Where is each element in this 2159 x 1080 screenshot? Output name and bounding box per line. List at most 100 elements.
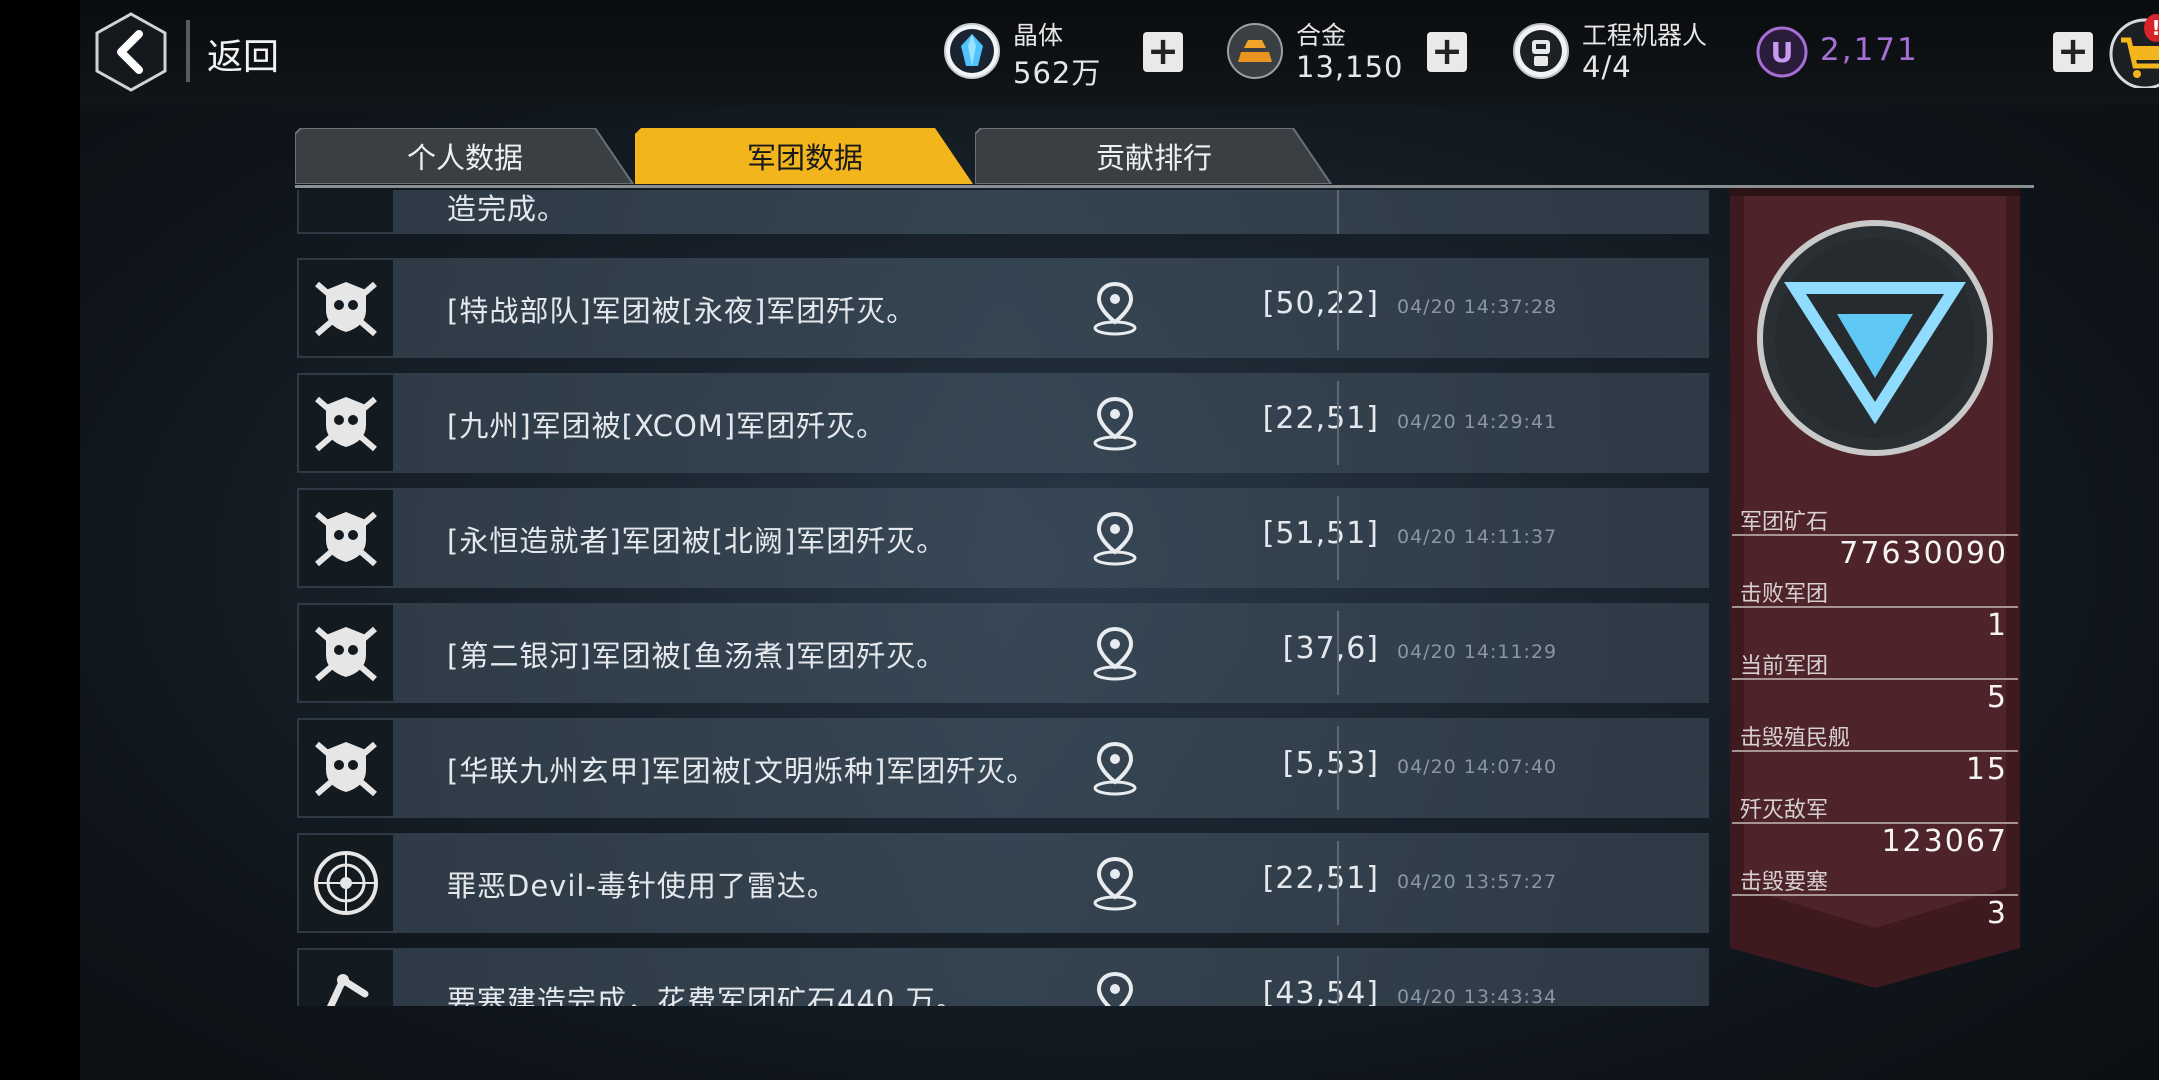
log-row-coordinate[interactable]: [37,6] bbox=[1283, 631, 1379, 666]
map-pin-icon[interactable] bbox=[1090, 970, 1140, 1006]
crystal-resource: 晶体 562万 bbox=[943, 14, 1163, 94]
back-separator bbox=[186, 20, 190, 82]
log-row-coordinate[interactable]: [43,54] bbox=[1263, 976, 1379, 1006]
map-pin-icon[interactable] bbox=[1090, 855, 1140, 911]
tab-bar: 个人数据 军团数据 贡献排行 bbox=[295, 128, 2034, 188]
stat-divider bbox=[1732, 606, 2018, 608]
u-currency-value: 2,171 bbox=[1820, 32, 1919, 68]
skull-shield-icon bbox=[299, 720, 393, 816]
log-row-message: 罪恶Devil-毒针使用了雷达。 bbox=[447, 869, 837, 903]
alloy-name: 合金 bbox=[1296, 21, 1347, 50]
log-row-divider bbox=[1337, 381, 1339, 465]
log-row-message: [特战部队]军团被[永夜]军团歼灭。 bbox=[447, 294, 917, 328]
legion-stats-panel: 军团矿石 77630090 击败军团 1 当前军团 5 击毁殖民舰 15 歼灭敌… bbox=[1730, 188, 2020, 988]
log-row-partial[interactable]: 造完成。 bbox=[297, 190, 1709, 234]
robot-resource: 工程机器人 4/4 bbox=[1512, 14, 1752, 94]
stat-value-enemies-annihilated: 123067 bbox=[1881, 824, 2008, 859]
log-row[interactable]: [华联九州玄甲]军团被[文明烁种]军团歼灭。 [5,53] 04/20 14:0… bbox=[297, 718, 1709, 818]
back-button[interactable] bbox=[95, 12, 167, 92]
legion-log-list[interactable]: 造完成。 [特战部队]军团被[永夜]军团歼灭。 [50,22] 04/20 14… bbox=[297, 190, 1709, 1006]
log-row-time: 04/20 13:43:34 bbox=[1397, 986, 1558, 1006]
stat-label-legion-ore: 军团矿石 bbox=[1740, 510, 1829, 535]
stat-value-current-legions: 5 bbox=[1986, 680, 2008, 715]
stat-label-colony-ships-destroyed: 击毁殖民舰 bbox=[1740, 726, 1851, 751]
stat-value-legions-defeated: 1 bbox=[1986, 608, 2008, 643]
log-row[interactable]: 要塞建造完成，花费军团矿石440 万。 [43,54] 04/20 13:43:… bbox=[297, 948, 1709, 1006]
skull-shield-icon bbox=[299, 260, 393, 356]
add-crystal-button[interactable]: + bbox=[1143, 32, 1183, 72]
crystal-icon bbox=[944, 23, 1000, 79]
robot-icon bbox=[1513, 23, 1569, 79]
log-row[interactable]: [永恒造就者]军团被[北阙]军团歼灭。 [51,51] 04/20 14:11:… bbox=[297, 488, 1709, 588]
log-row-time: 04/20 14:11:37 bbox=[1397, 526, 1558, 548]
log-row-time: 04/20 14:37:28 bbox=[1397, 296, 1558, 318]
log-row-time: 04/20 13:57:27 bbox=[1397, 871, 1558, 893]
stat-label-current-legions: 当前军团 bbox=[1740, 654, 1829, 679]
construction-arm-icon bbox=[299, 950, 393, 1006]
svg-text:U: U bbox=[1771, 36, 1794, 69]
log-row-message: [第二银河]军团被[鱼汤煮]军团歼灭。 bbox=[447, 639, 947, 673]
stat-value-fortresses-destroyed: 3 bbox=[1986, 896, 2008, 931]
u-currency-icon: U bbox=[1756, 26, 1808, 78]
tab-contribution-ranking-label: 贡献排行 bbox=[1095, 141, 1212, 175]
log-row[interactable]: [特战部队]军团被[永夜]军团歼灭。 [50,22] 04/20 14:37:2… bbox=[297, 258, 1709, 358]
map-pin-icon[interactable] bbox=[1090, 395, 1140, 451]
map-pin-icon[interactable] bbox=[1090, 510, 1140, 566]
alloy-resource: 合金 13,150 bbox=[1226, 14, 1446, 94]
log-row-divider bbox=[1337, 956, 1339, 1006]
top-bar: 返回 晶体 562万 + 合金 13,150 + 工程机器人 4/4 U 2,1… bbox=[80, 0, 2159, 105]
log-row-message: 要塞建造完成，花费军团矿石440 万。 bbox=[447, 984, 966, 1006]
skull-shield-icon bbox=[299, 605, 393, 701]
tab-personal-data-label: 个人数据 bbox=[406, 141, 523, 175]
log-row-coordinate[interactable]: [5,53] bbox=[1283, 746, 1379, 781]
stat-value-colony-ships-destroyed: 15 bbox=[1965, 752, 2008, 787]
add-alloy-button[interactable]: + bbox=[1427, 32, 1467, 72]
stat-divider bbox=[1732, 678, 2018, 680]
log-row-message: [华联九州玄甲]军团被[文明烁种]军团歼灭。 bbox=[447, 754, 1037, 788]
radar-icon bbox=[299, 835, 393, 931]
log-row-time: 04/20 14:07:40 bbox=[1397, 756, 1558, 778]
robot-name: 工程机器人 bbox=[1582, 21, 1708, 50]
robot-value: 4/4 bbox=[1582, 50, 1632, 84]
back-label[interactable]: 返回 bbox=[207, 28, 279, 80]
log-row-icon bbox=[299, 190, 393, 232]
log-row-message: [永恒造就者]军团被[北阙]军团歼灭。 bbox=[447, 524, 947, 558]
tab-contribution-ranking[interactable]: 贡献排行 bbox=[975, 128, 1333, 184]
log-row-message: 造完成。 bbox=[447, 192, 568, 226]
log-row-time: 04/20 14:29:41 bbox=[1397, 411, 1558, 433]
alloy-value: 13,150 bbox=[1296, 50, 1404, 84]
stat-label-enemies-annihilated: 歼灭敌军 bbox=[1740, 798, 1829, 823]
log-row-divider bbox=[1337, 496, 1339, 580]
stat-value-legion-ore: 77630090 bbox=[1839, 536, 2008, 571]
stat-label-fortresses-destroyed: 击毁要塞 bbox=[1740, 870, 1829, 895]
log-row-divider bbox=[1337, 611, 1339, 695]
log-row-message: [九州]军团被[XCOM]军团歼灭。 bbox=[447, 409, 887, 443]
log-row-coordinate[interactable]: [50,22] bbox=[1263, 286, 1379, 321]
tab-legion-data-label: 军团数据 bbox=[746, 141, 863, 175]
log-row[interactable]: [第二银河]军团被[鱼汤煮]军团歼灭。 [37,6] 04/20 14:11:2… bbox=[297, 603, 1709, 703]
tab-legion-data[interactable]: 军团数据 bbox=[635, 128, 975, 184]
map-pin-icon[interactable] bbox=[1090, 740, 1140, 796]
crystal-value: 562万 bbox=[1013, 56, 1102, 90]
stat-divider bbox=[1732, 894, 2018, 896]
log-row-divider bbox=[1337, 266, 1339, 350]
game-screen: 返回 晶体 562万 + 合金 13,150 + 工程机器人 4/4 U 2,1… bbox=[80, 0, 2159, 1080]
map-pin-icon[interactable] bbox=[1090, 625, 1140, 681]
log-row[interactable]: [九州]军团被[XCOM]军团歼灭。 [22,51] 04/20 14:29:4… bbox=[297, 373, 1709, 473]
tab-personal-data[interactable]: 个人数据 bbox=[295, 128, 635, 184]
stat-label-legions-defeated: 击败军团 bbox=[1740, 582, 1829, 607]
log-row-divider bbox=[1337, 190, 1339, 234]
log-row-coordinate[interactable]: [22,51] bbox=[1263, 401, 1379, 436]
add-u-currency-button[interactable]: + bbox=[2053, 32, 2093, 72]
map-pin-icon[interactable] bbox=[1090, 280, 1140, 336]
log-row-coordinate[interactable]: [22,51] bbox=[1263, 861, 1379, 896]
log-row[interactable]: 罪恶Devil-毒针使用了雷达。 [22,51] 04/20 13:57:27 bbox=[297, 833, 1709, 933]
log-row-divider bbox=[1337, 726, 1339, 810]
log-row-coordinate[interactable]: [51,51] bbox=[1263, 516, 1379, 551]
legion-emblem-icon bbox=[1757, 220, 1993, 456]
skull-shield-icon bbox=[299, 490, 393, 586]
log-row-divider bbox=[1337, 841, 1339, 925]
skull-shield-icon bbox=[299, 375, 393, 471]
alloy-icon bbox=[1227, 23, 1283, 79]
log-row-time: 04/20 14:11:29 bbox=[1397, 641, 1558, 663]
